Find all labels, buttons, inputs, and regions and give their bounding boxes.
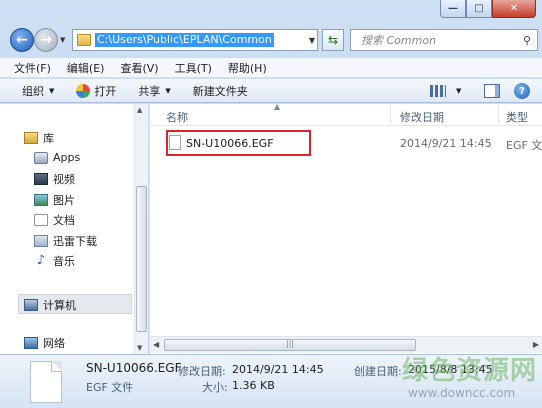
document-icon bbox=[34, 214, 48, 226]
nav-item-documents[interactable]: 文档 bbox=[34, 212, 75, 228]
column-header: ▲ 名称 修改日期 类型 bbox=[150, 102, 542, 126]
nav-library-label: 库 bbox=[43, 132, 54, 145]
back-button[interactable]: ← bbox=[10, 28, 34, 52]
column-type[interactable]: 类型 bbox=[506, 109, 528, 125]
search-box[interactable]: 搜索 Common ⚲ bbox=[350, 29, 538, 51]
sort-indicator-icon: ▲ bbox=[274, 102, 281, 111]
nav-item-videos[interactable]: 视频 bbox=[34, 171, 75, 187]
file-type: EGF 文件 bbox=[506, 139, 542, 152]
column-modified[interactable]: 修改日期 bbox=[400, 109, 444, 125]
nav-computer[interactable]: 计算机 bbox=[24, 297, 76, 313]
menu-help[interactable]: 帮助(H) bbox=[228, 60, 267, 76]
maximize-button[interactable]: □ bbox=[466, 0, 492, 18]
details-modified-value: 2014/9/21 14:45 bbox=[232, 363, 324, 376]
nav-item-thunder-downloads[interactable]: 迅雷下载 bbox=[34, 233, 97, 249]
network-icon bbox=[24, 337, 38, 349]
details-file-type: EGF 文件 bbox=[86, 381, 134, 394]
menu-file[interactable]: 文件(F) bbox=[14, 60, 51, 76]
refresh-icon: ⇆ bbox=[327, 33, 339, 47]
preview-pane-icon[interactable] bbox=[484, 84, 500, 98]
details-modified-label: 修改日期: bbox=[178, 365, 226, 378]
column-divider[interactable] bbox=[390, 104, 391, 126]
menu-view[interactable]: 查看(V) bbox=[120, 60, 158, 76]
recent-pages-dropdown-icon[interactable]: ▼ bbox=[60, 36, 65, 44]
nav-item-label: 迅雷下载 bbox=[53, 235, 97, 248]
address-row: ← → ▼ C:\Users\Public\EPLAN\Common ▼ ⇆ 搜… bbox=[0, 26, 542, 54]
nav-library[interactable]: 库 bbox=[24, 130, 54, 146]
nav-scroll-thumb[interactable] bbox=[136, 186, 147, 332]
computer-icon bbox=[24, 299, 38, 311]
open-label: 打开 bbox=[94, 84, 117, 98]
open-button[interactable]: 打开 bbox=[76, 83, 116, 99]
share-button[interactable]: 共享 ▼ bbox=[138, 83, 170, 99]
navigation-pane: 库 Apps 视频 图片 文档 迅雷下载 ♪ 音乐 计算机 网络 ▲ ▼ bbox=[0, 104, 148, 354]
forward-arrow-icon: → bbox=[40, 32, 52, 48]
column-name[interactable]: 名称 bbox=[166, 109, 188, 125]
close-button[interactable]: ✕ bbox=[492, 0, 536, 18]
scroll-grip-icon: ||| bbox=[286, 339, 295, 348]
details-file-name: SN-U10066.EGF bbox=[86, 361, 182, 375]
search-icon[interactable]: ⚲ bbox=[523, 34, 531, 47]
share-label: 共享 bbox=[138, 84, 161, 98]
scroll-right-icon[interactable]: ▶ bbox=[533, 340, 539, 349]
menu-tools[interactable]: 工具(T) bbox=[175, 60, 212, 76]
watermark-logo: 绿色资源网 bbox=[402, 356, 538, 386]
details-size-label: 大小: bbox=[202, 381, 228, 394]
nav-item-label: 文档 bbox=[53, 214, 75, 227]
picture-icon bbox=[34, 194, 48, 206]
nav-computer-label: 计算机 bbox=[43, 299, 76, 312]
file-thumbnail-icon bbox=[30, 361, 62, 403]
forward-button[interactable]: → bbox=[34, 28, 58, 52]
search-input[interactable]: 搜索 Common bbox=[361, 32, 436, 48]
highlight-annotation-box bbox=[166, 130, 311, 156]
chevron-down-icon: ▼ bbox=[165, 86, 171, 95]
scroll-up-icon[interactable]: ▲ bbox=[137, 106, 142, 114]
nav-network-label: 网络 bbox=[43, 337, 65, 350]
help-icon[interactable]: ? bbox=[514, 83, 530, 99]
music-note-icon: ♪ bbox=[36, 253, 46, 268]
nav-vertical-scrollbar[interactable]: ▲ ▼ bbox=[134, 104, 148, 354]
view-options-dropdown-icon[interactable]: ▼ bbox=[456, 87, 461, 95]
video-icon bbox=[34, 173, 48, 185]
explorer-window: — □ ✕ ← → ▼ C:\Users\Public\EPLAN\Common… bbox=[0, 0, 542, 408]
apps-icon bbox=[34, 151, 48, 164]
address-bar[interactable]: C:\Users\Public\EPLAN\Common ▼ bbox=[72, 29, 318, 51]
scroll-down-icon[interactable]: ▼ bbox=[137, 344, 142, 352]
nav-item-label: 音乐 bbox=[53, 255, 75, 268]
minimize-button[interactable]: — bbox=[440, 0, 466, 18]
nav-item-label: Apps bbox=[53, 151, 81, 164]
nav-item-pictures[interactable]: 图片 bbox=[34, 192, 75, 208]
library-icon bbox=[24, 132, 38, 144]
organize-button[interactable]: 组织 ▼ bbox=[22, 83, 54, 99]
nav-item-label: 图片 bbox=[53, 194, 75, 207]
file-modified: 2014/9/21 14:45 bbox=[400, 137, 492, 150]
watermark-url: www.downcc.com bbox=[408, 386, 516, 400]
open-icon bbox=[76, 83, 91, 98]
nav-item-music[interactable]: ♪ 音乐 bbox=[34, 253, 75, 269]
nav-item-label: 视频 bbox=[53, 173, 75, 186]
organize-label: 组织 bbox=[22, 84, 44, 98]
new-folder-button[interactable]: 新建文件夹 bbox=[193, 83, 248, 99]
file-list-pane: ▲ 名称 修改日期 类型 SN-U10066.EGF 2014/9/21 14:… bbox=[149, 102, 542, 354]
menu-edit[interactable]: 编辑(E) bbox=[67, 60, 105, 76]
column-divider[interactable] bbox=[498, 104, 499, 126]
back-arrow-icon: ← bbox=[16, 32, 28, 48]
download-folder-icon bbox=[34, 235, 48, 247]
chevron-down-icon: ▼ bbox=[49, 86, 55, 95]
folder-icon bbox=[77, 34, 91, 46]
details-size-value: 1.36 KB bbox=[232, 379, 275, 392]
menu-bar: 文件(F) 编辑(E) 查看(V) 工具(T) 帮助(H) bbox=[0, 58, 542, 78]
address-dropdown-icon[interactable]: ▼ bbox=[309, 36, 315, 45]
nav-network[interactable]: 网络 bbox=[24, 335, 65, 351]
scroll-left-icon[interactable]: ◀ bbox=[153, 340, 159, 349]
window-controls: — □ ✕ bbox=[440, 0, 536, 18]
address-path[interactable]: C:\Users\Public\EPLAN\Common bbox=[95, 33, 274, 47]
change-view-icon[interactable] bbox=[430, 85, 446, 97]
nav-item-apps[interactable]: Apps bbox=[34, 151, 80, 164]
details-created-label: 创建日期: bbox=[354, 365, 402, 378]
refresh-button[interactable]: ⇆ bbox=[322, 29, 344, 51]
